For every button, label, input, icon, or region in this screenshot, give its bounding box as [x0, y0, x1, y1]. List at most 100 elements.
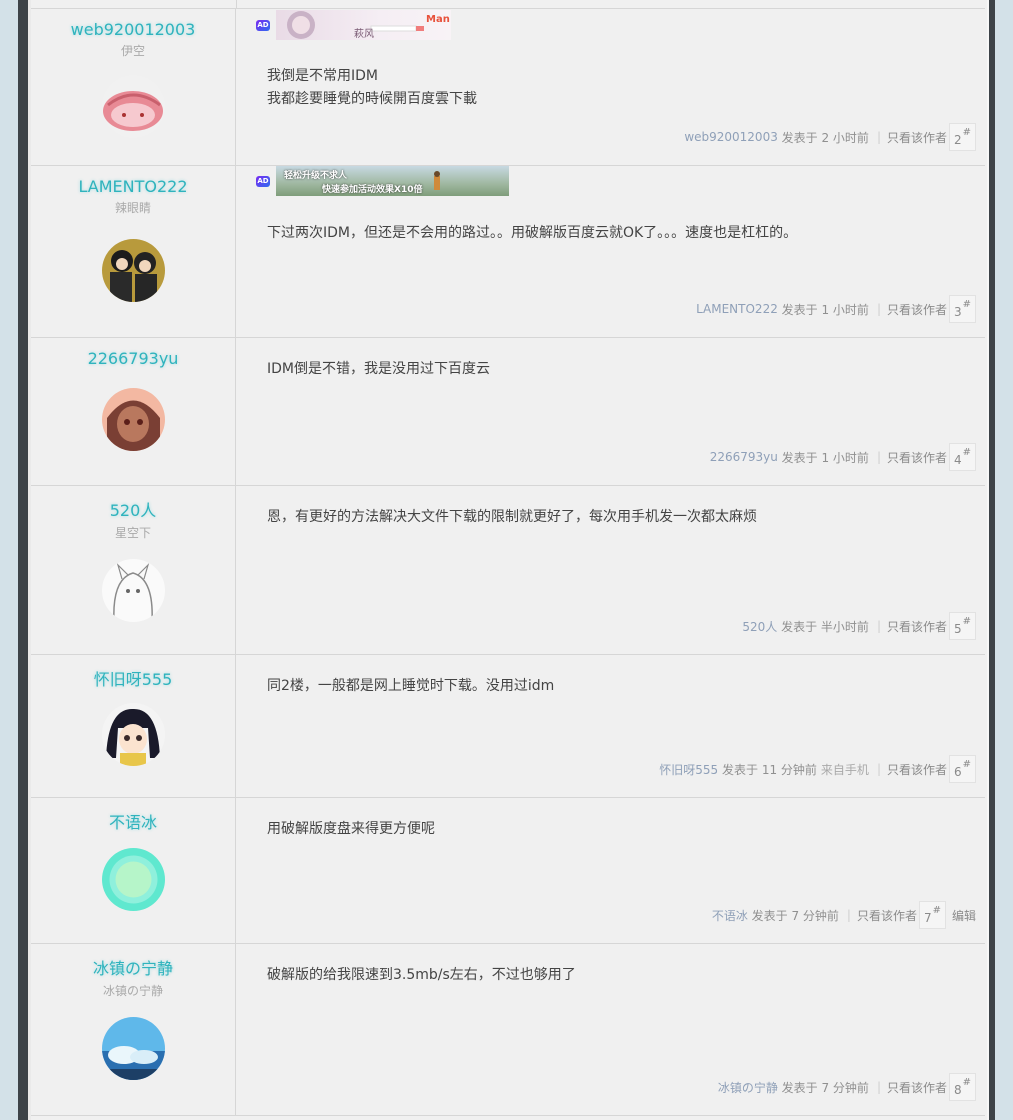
author-username[interactable]: 冰镇の宁静: [31, 955, 235, 979]
message-line: IDM倒是不错，我是没用过下百度云: [267, 361, 490, 377]
post-floor-5: 520人 星空下 恩，有更好的方法解决大文件下载的限制就更好了，每次用手机发一次…: [31, 486, 985, 655]
author-username[interactable]: 520人: [31, 497, 235, 521]
post-message: 用破解版度盘来得更方便呢: [267, 818, 435, 841]
author-title: 辣眼睛: [114, 201, 151, 215]
floor-number[interactable]: 6 #: [949, 755, 976, 783]
post-message: 我倒是不常用IDM 我都趁要睡覺的時候開百度雲下載: [267, 65, 477, 111]
post-content: 用破解版度盘来得更方便呢 不语冰 发表于 7 分钟前 | 只看该作者 7 # 编辑: [236, 798, 985, 943]
post-content: IDM倒是不错，我是没用过下百度云 2266793yu 发表于 1 小时前 | …: [236, 338, 985, 485]
ad-banner[interactable]: AD 萩风 Man: [256, 10, 451, 40]
post-content: 同2楼，一般都是网上睡觉时下载。没用过idm 怀旧呀555 发表于 11 分钟前…: [236, 655, 985, 797]
author-username[interactable]: 不语冰: [31, 809, 235, 833]
floor-number[interactable]: 5 #: [949, 612, 976, 640]
only-author-link[interactable]: 只看该作者: [857, 907, 917, 924]
floor-number[interactable]: 3 #: [949, 295, 976, 323]
author-panel: 520人 星空下: [31, 486, 236, 654]
message-line: 恩，有更好的方法解决大文件下载的限制就更好了，每次用手机发一次都太麻烦: [267, 509, 757, 525]
meta-time: 发表于 2 小时前: [781, 130, 869, 145]
message-line: 我都趁要睡覺的時候開百度雲下載: [267, 91, 477, 107]
avatar[interactable]: [102, 239, 165, 302]
meta-username[interactable]: web920012003: [684, 130, 778, 144]
floor-number[interactable]: 7 #: [918, 901, 946, 929]
author-panel: 不语冰: [31, 798, 236, 943]
meta-divider: |: [846, 908, 851, 922]
only-author-link[interactable]: 只看该作者: [887, 129, 947, 146]
previous-post-bottom: [31, 0, 985, 9]
post-meta: 怀旧呀555 发表于 11 分钟前 来自手机 | 只看该作者 6 #: [659, 754, 976, 784]
floor-number[interactable]: 4 #: [949, 443, 976, 471]
author-username[interactable]: 怀旧呀555: [31, 666, 235, 690]
author-username[interactable]: 2266793yu: [31, 349, 235, 368]
ad-badge: AD: [256, 19, 270, 31]
meta-source[interactable]: 来自手机: [821, 761, 869, 778]
meta-time: 发表于 11 分钟前: [722, 762, 817, 777]
meta-username[interactable]: 冰镇の宁静: [718, 1079, 778, 1096]
post-floor-8: 冰镇の宁静 冰镇の宁静 破解版的给我限速到3.5mb/s左右，不过也够用了 冰镇…: [31, 944, 985, 1116]
post-floor-7: 不语冰 用破解版度盘来得更方便呢 不语冰 发表于 7 分钟前 | 只看该作者 7…: [31, 798, 985, 944]
post-meta: web920012003 发表于 2 小时前 | 只看该作者 2 #: [684, 122, 976, 152]
post-meta: LAMENTO222 发表于 1 小时前 | 只看该作者 3 #: [696, 294, 976, 324]
ad-brand: Man: [426, 14, 450, 25]
only-author-link[interactable]: 只看该作者: [887, 449, 947, 466]
author-panel: web920012003 伊空: [31, 9, 236, 165]
post-meta: 520人 发表于 半小时前 | 只看该作者 5 #: [742, 611, 976, 641]
only-author-link[interactable]: 只看该作者: [887, 761, 947, 778]
avatar[interactable]: [102, 388, 165, 451]
floor-number[interactable]: 2 #: [949, 123, 976, 151]
ad-text: 萩风: [354, 29, 374, 40]
meta-username[interactable]: 怀旧呀555: [659, 761, 718, 778]
author-panel: 冰镇の宁静 冰镇の宁静: [31, 944, 236, 1115]
meta-username[interactable]: LAMENTO222: [696, 302, 778, 316]
meta-time: 发表于 1 小时前: [781, 450, 869, 465]
author-panel: 2266793yu: [31, 338, 236, 485]
only-author-link[interactable]: 只看该作者: [887, 301, 947, 318]
avatar[interactable]: [102, 703, 165, 766]
meta-username[interactable]: 不语冰: [712, 907, 748, 924]
avatar[interactable]: [102, 848, 165, 911]
avatar[interactable]: [102, 559, 165, 622]
only-author-link[interactable]: 只看该作者: [887, 1079, 947, 1096]
message-line: 用破解版度盘来得更方便呢: [267, 821, 435, 837]
ad-image[interactable]: 轻松升级不求人 快速参加活动效果X10倍: [276, 166, 509, 196]
meta-time: 发表于 半小时前: [781, 619, 869, 634]
meta-time: 发表于 1 小时前: [781, 302, 869, 317]
avatar[interactable]: [102, 1017, 165, 1080]
meta-username[interactable]: 520人: [742, 618, 777, 635]
only-author-link[interactable]: 只看该作者: [887, 618, 947, 635]
post-floor-3: LAMENTO222 辣眼睛 AD 轻松升级不求人 快速参加活动效果X10倍 下…: [31, 166, 985, 338]
post-content: 恩，有更好的方法解决大文件下载的限制就更好了，每次用手机发一次都太麻烦 520人…: [236, 486, 985, 654]
post-message: IDM倒是不错，我是没用过下百度云: [267, 358, 490, 381]
message-line: 我倒是不常用IDM: [267, 68, 378, 84]
author-panel: 怀旧呀555: [31, 655, 236, 797]
meta-divider: |: [876, 762, 881, 776]
post-message: 同2楼，一般都是网上睡觉时下载。没用过idm: [267, 675, 554, 698]
post-content: AD 萩风 Man 我倒是不常用IDM 我都趁要睡覺的時候開百度雲下載 web9…: [236, 9, 985, 165]
author-title: 伊空: [120, 44, 145, 58]
post-floor-4: 2266793yu IDM倒是不错，我是没用过下百度云 2266793yu 发表…: [31, 338, 985, 486]
meta-time: 发表于 7 分钟前: [781, 1080, 869, 1095]
author-title: 星空下: [114, 526, 151, 540]
message-line: 破解版的给我限速到3.5mb/s左右，不过也够用了: [267, 967, 576, 983]
post-meta: 2266793yu 发表于 1 小时前 | 只看该作者 4 #: [710, 442, 976, 472]
meta-username[interactable]: 2266793yu: [710, 450, 778, 464]
post-message: 破解版的给我限速到3.5mb/s左右，不过也够用了: [267, 964, 576, 987]
author-username[interactable]: web920012003: [31, 20, 235, 39]
meta-divider: |: [876, 1080, 881, 1094]
avatar[interactable]: [102, 75, 165, 138]
edit-link[interactable]: 编辑: [952, 907, 976, 924]
floor-number[interactable]: 8 #: [949, 1073, 976, 1101]
post-content: 破解版的给我限速到3.5mb/s左右，不过也够用了 冰镇の宁静 发表于 7 分钟…: [236, 944, 985, 1115]
meta-divider: |: [876, 302, 881, 316]
meta-divider: |: [876, 130, 881, 144]
message-line: 下过两次IDM，但还是不会用的路过。。用破解版百度云就OK了。。。速度也是杠杠的…: [267, 225, 798, 241]
author-username[interactable]: LAMENTO222: [31, 177, 235, 196]
ad-banner[interactable]: AD 轻松升级不求人 快速参加活动效果X10倍: [256, 166, 509, 196]
message-line: 同2楼，一般都是网上睡觉时下载。没用过idm: [267, 678, 555, 694]
ad-badge: AD: [256, 175, 270, 187]
post-floor-6: 怀旧呀555 同2楼，一般都是网上睡觉时下载。没用过idm 怀旧呀555 发表于…: [31, 655, 985, 798]
post-floor-2: web920012003 伊空 AD 萩风 Man 我倒是不常用IDM 我都趁要…: [31, 9, 985, 166]
post-content: AD 轻松升级不求人 快速参加活动效果X10倍 下过两次IDM，但还是不会用的路…: [236, 166, 985, 337]
ad-image[interactable]: 萩风 Man: [276, 10, 451, 40]
author-panel: LAMENTO222 辣眼睛: [31, 166, 236, 337]
post-meta: 不语冰 发表于 7 分钟前 | 只看该作者 7 # 编辑: [712, 900, 976, 930]
